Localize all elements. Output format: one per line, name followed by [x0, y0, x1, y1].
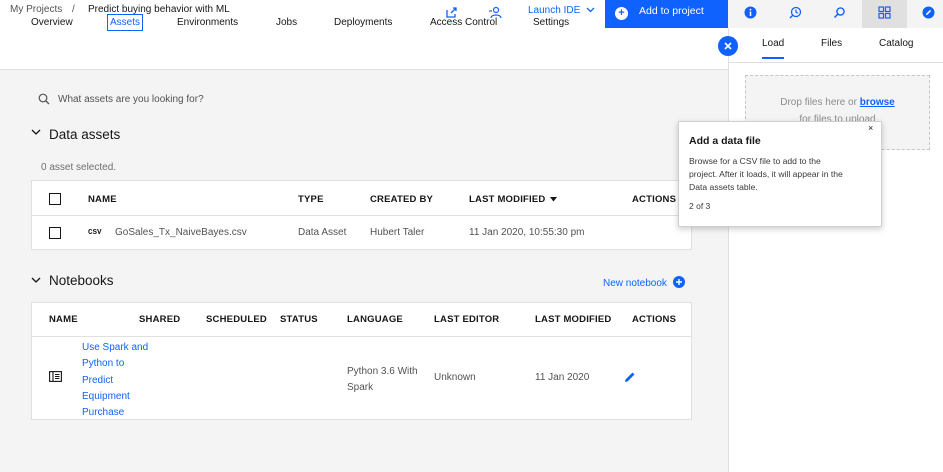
tooltip-close-icon[interactable]: × — [868, 123, 873, 133]
chevron-down-icon — [586, 5, 595, 16]
column-status[interactable]: STATUS — [280, 314, 318, 325]
plus-icon: + — [615, 7, 628, 20]
browse-link[interactable]: browse — [860, 97, 895, 108]
tab-deployments[interactable]: Deployments — [334, 17, 392, 28]
column-actions: ACTIONS — [632, 314, 677, 325]
search-icon — [38, 93, 50, 105]
project-tabs — [0, 28, 728, 70]
notebook-name-line: Use Spark and — [82, 342, 149, 353]
panel-tab-divider — [729, 62, 943, 63]
asset-last-modified: 11 Jan 2020, 10:55:30 pm — [469, 227, 585, 238]
edit-icon[interactable] — [920, 6, 936, 22]
csv-file-icon: CSV — [88, 229, 102, 237]
close-panel-button[interactable] — [718, 36, 738, 56]
column-name[interactable]: NAME — [49, 314, 78, 325]
tab-jobs[interactable]: Jobs — [276, 17, 297, 28]
asset-type: Data Asset — [298, 227, 347, 238]
notebook-last-modified: 11 Jan 2020 — [535, 372, 590, 383]
notebook-name-line: Purchase — [82, 407, 125, 419]
launch-ide-label: Launch IDE — [528, 5, 581, 16]
column-shared[interactable]: SHARED — [139, 314, 180, 325]
tooltip-body-line: project. After it loads, it will appear … — [689, 168, 843, 179]
notebook-name-line: Python to — [82, 358, 125, 370]
column-actions: ACTIONS — [632, 194, 677, 205]
right-side-panel — [728, 0, 943, 472]
tooltip-body: Browse for a CSV file to add to the proj… — [689, 155, 843, 193]
asset-search-input[interactable] — [58, 91, 358, 107]
asset-created-by: Hubert Taler — [370, 227, 425, 238]
tab-access-control[interactable]: Access Control — [430, 17, 497, 28]
tooltip-title: Add a data file — [689, 135, 761, 147]
add-to-project-button[interactable]: + Add to project — [605, 0, 741, 28]
column-last-modified[interactable]: LAST MODIFIED — [535, 314, 612, 325]
new-notebook-label: New notebook — [603, 278, 667, 289]
column-name[interactable]: NAME — [88, 194, 117, 205]
notebook-icon — [49, 371, 62, 385]
add-circle-icon — [672, 276, 685, 291]
drop-text: Drop files here or — [780, 97, 857, 108]
language-line: Spark — [347, 382, 374, 393]
connections-icon[interactable] — [831, 6, 847, 22]
notebooks-collapse-chevron-icon[interactable] — [31, 276, 41, 287]
breadcrumb-root[interactable]: My Projects — [10, 4, 62, 15]
panel-tab-load[interactable]: Load — [762, 38, 785, 59]
column-last-editor[interactable]: LAST EDITOR — [434, 314, 499, 325]
data-assets-collapse-chevron-icon[interactable] — [31, 128, 41, 139]
data-icon[interactable] — [876, 6, 892, 22]
tab-overview[interactable]: Overview — [31, 17, 73, 28]
column-type[interactable]: TYPE — [298, 194, 324, 205]
selected-count: 0 asset selected. — [41, 162, 117, 173]
panel-tab-files[interactable]: Files — [821, 38, 842, 49]
notebook-name-line: Predict — [82, 374, 114, 386]
close-icon — [724, 42, 732, 50]
tab-settings[interactable]: Settings — [533, 17, 569, 28]
info-icon[interactable] — [742, 6, 758, 22]
tab-assets[interactable]: Assets — [107, 14, 144, 31]
notebook-last-editor: Unknown — [434, 372, 476, 383]
column-scheduled[interactable]: SCHEDULED — [206, 314, 267, 325]
tab-environments[interactable]: Environments — [177, 17, 238, 28]
edit-pencil-icon[interactable] — [624, 371, 636, 386]
notebook-name-link[interactable]: Use Spark and Python to Predict Equipmen… — [82, 340, 148, 421]
breadcrumb-separator: / — [72, 4, 75, 15]
tooltip-body-line: Data assets table. — [689, 181, 758, 192]
new-notebook-button[interactable]: New notebook — [603, 276, 685, 291]
column-language[interactable]: LANGUAGE — [347, 314, 403, 325]
select-all-checkbox[interactable] — [49, 193, 61, 205]
panel-tab-catalog[interactable]: Catalog — [879, 38, 913, 49]
column-created-by[interactable]: CREATED BY — [370, 194, 433, 205]
notebooks-title: Notebooks — [49, 273, 114, 288]
column-last-modified[interactable]: LAST MODIFIED — [469, 194, 558, 205]
tooltip-step-indicator: 2 of 3 — [689, 201, 711, 211]
data-assets-title: Data assets — [49, 127, 121, 142]
add-to-project-label: Add to project — [639, 5, 704, 17]
activity-icon[interactable] — [787, 6, 803, 22]
row-checkbox[interactable] — [49, 227, 61, 239]
tooltip-body-line: Browse for a CSV file to add to the — [689, 156, 821, 166]
notebook-language: Python 3.6 With Spark — [347, 364, 418, 396]
notebook-name-line: Equipment — [82, 390, 130, 402]
language-line: Python 3.6 With — [347, 366, 418, 377]
launch-ide-button[interactable]: Launch IDE — [528, 5, 595, 16]
asset-name-link[interactable]: GoSales_Tx_NaiveBayes.csv — [115, 227, 247, 238]
column-last-modified-label: LAST MODIFIED — [469, 194, 546, 205]
sort-down-icon — [550, 194, 558, 205]
drop-zone-text: Drop files here or browse — [745, 97, 930, 108]
